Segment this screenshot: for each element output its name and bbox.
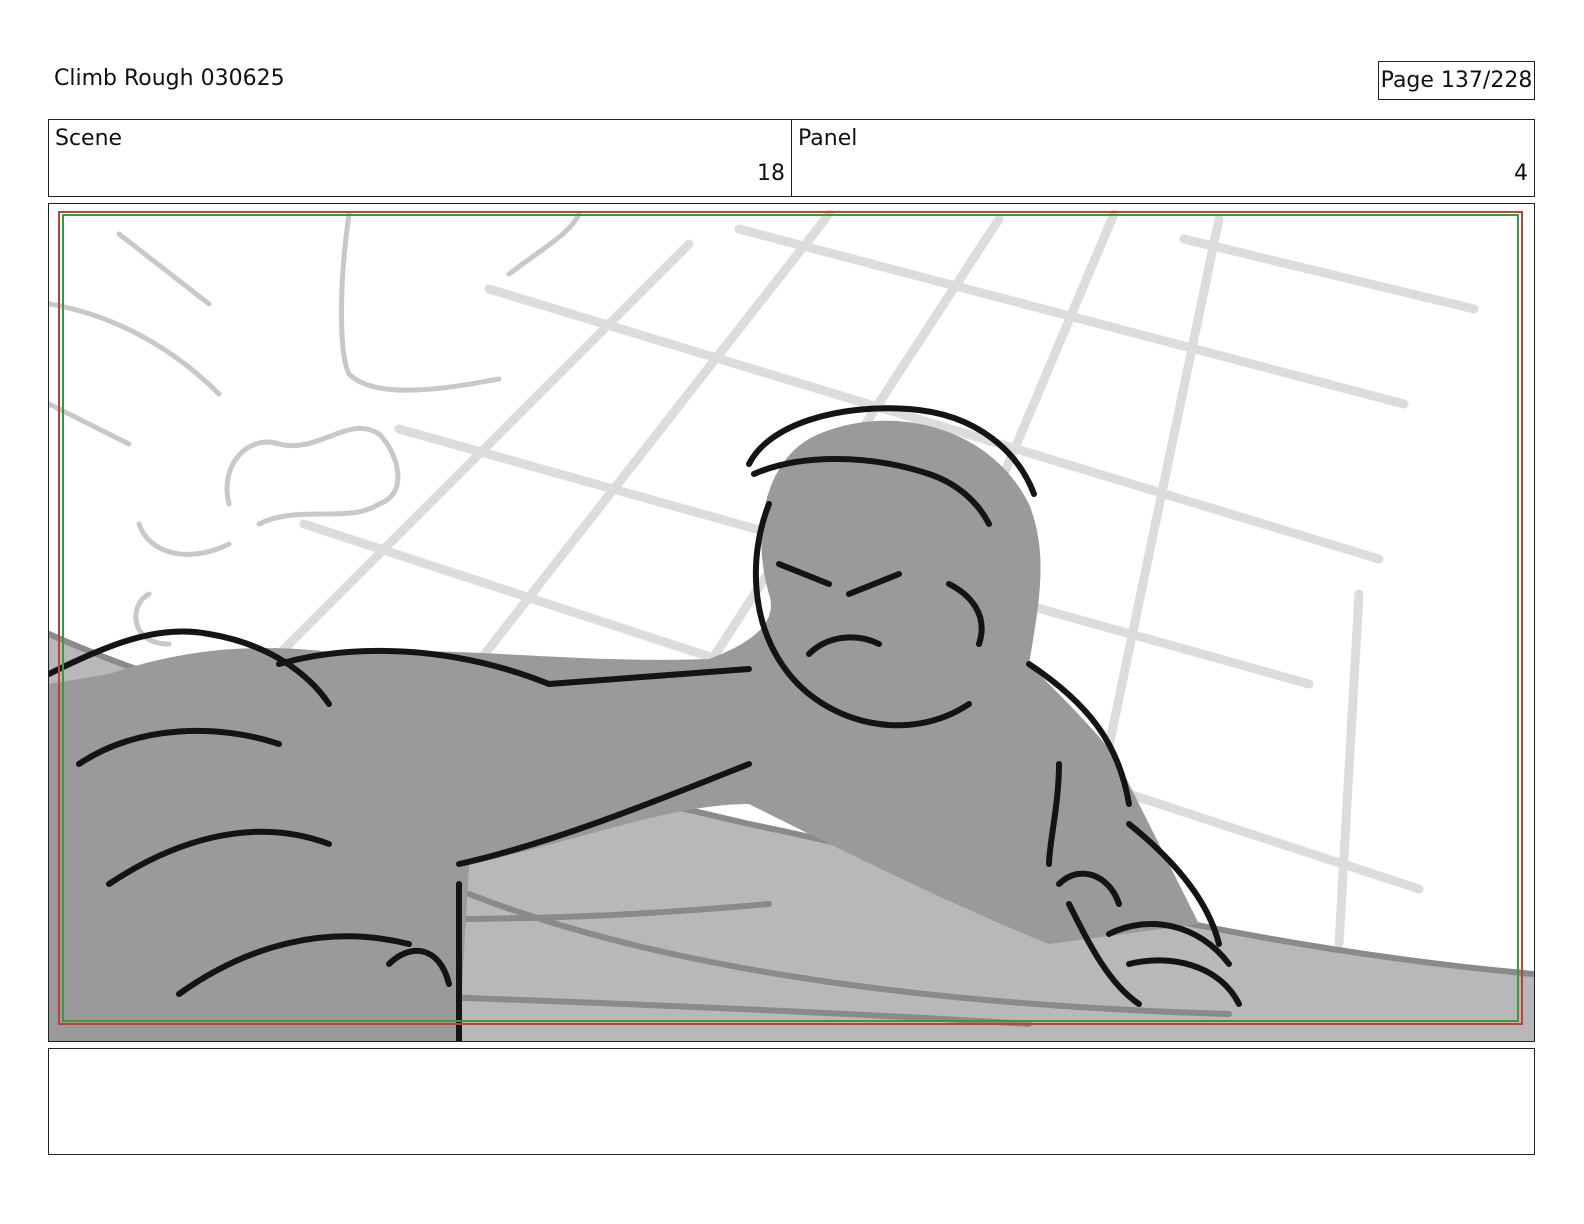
scene-number: 18 <box>757 161 785 186</box>
storyboard-panel <box>48 203 1535 1042</box>
panel-label: Panel <box>798 126 858 151</box>
page-indicator: Page 137/228 <box>1378 61 1535 100</box>
document-title: Climb Rough 030625 <box>54 66 285 91</box>
panel-number: 4 <box>1514 161 1528 186</box>
scene-label: Scene <box>55 126 123 151</box>
scene-cell: Scene 18 <box>49 120 791 196</box>
scene-panel-table: Scene 18 Panel 4 <box>48 119 1535 197</box>
notes-box <box>48 1048 1535 1155</box>
panel-cell: Panel 4 <box>791 120 1534 196</box>
storyboard-sketch-icon <box>49 209 1534 1041</box>
